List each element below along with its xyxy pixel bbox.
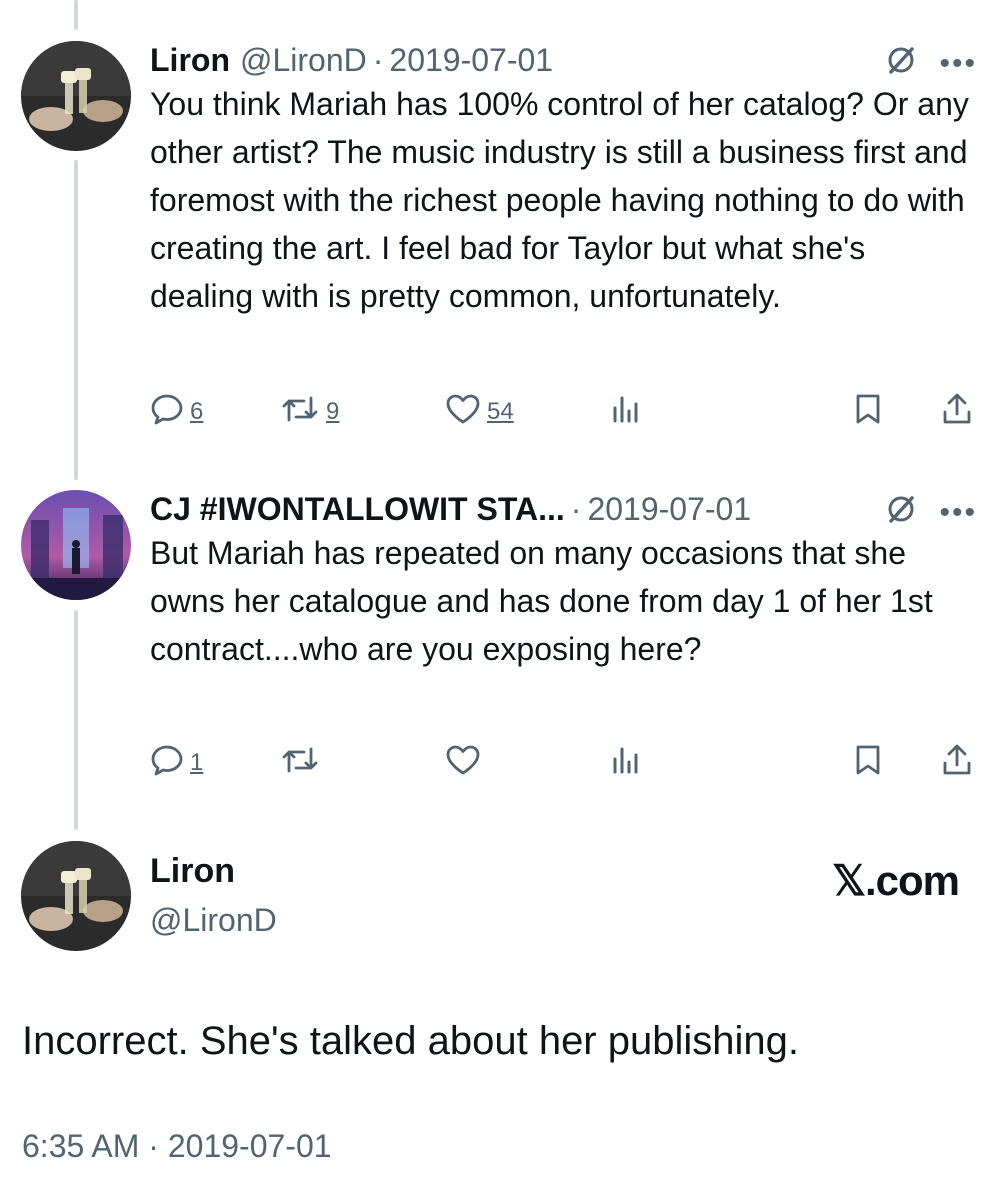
more-icon[interactable]: ••• [939, 49, 977, 79]
reply-count: 6 [190, 398, 204, 425]
like-icon [445, 744, 481, 783]
retweet-icon [280, 745, 320, 782]
bookmark-icon [853, 744, 883, 783]
reply-count: 1 [190, 749, 204, 776]
tweet-date[interactable]: 2019-07-01 [587, 491, 751, 528]
bookmark-button[interactable] [853, 744, 893, 783]
tweet-actions: 1 [150, 743, 973, 783]
author-name[interactable]: Liron [150, 852, 235, 891]
author-handle[interactable]: @LironD [150, 902, 277, 939]
views-button[interactable] [610, 394, 790, 431]
grok-icon[interactable] [885, 44, 917, 84]
tweet-date[interactable]: 2019-07-01 [389, 42, 553, 79]
grok-icon[interactable] [885, 493, 917, 533]
separator-dot: · [570, 490, 582, 527]
reply-icon [150, 744, 184, 783]
bookmark-button[interactable] [853, 393, 893, 432]
tweet-1[interactable]: Liron @LironD · 2019-07-01 ••• You think… [150, 38, 977, 320]
x-logo: 𝕏.com [832, 857, 960, 904]
reply-button[interactable]: 1 [150, 744, 280, 783]
avatar[interactable] [21, 490, 131, 600]
retweet-count: 9 [326, 398, 340, 425]
thread-line-top [74, 0, 78, 30]
author-handle[interactable]: @LironD [240, 42, 367, 79]
views-button[interactable] [610, 745, 790, 782]
share-icon [941, 392, 973, 433]
views-icon [610, 394, 642, 431]
thread-line-1 [74, 160, 78, 480]
share-button[interactable] [941, 743, 973, 784]
bookmark-icon [853, 393, 883, 432]
author-name[interactable]: Liron [150, 42, 230, 79]
like-button[interactable] [445, 744, 610, 783]
tweet-text: Incorrect. She's talked about her publis… [22, 1019, 799, 1063]
reply-button[interactable]: 6 [150, 393, 280, 432]
tweet-timestamp[interactable]: 6:35 AM · 2019-07-01 [22, 1128, 332, 1165]
tweet-2[interactable]: CJ #IWONTALLOWIT STA... · 2019-07-01 •••… [150, 487, 977, 673]
tweet-text: But Mariah has repeated on many occasion… [150, 535, 933, 667]
tweet-header: Liron @LironD · 2019-07-01 ••• [150, 38, 977, 82]
author-name[interactable]: CJ #IWONTALLOWIT STA... [150, 491, 565, 528]
thread-line-2 [74, 610, 78, 830]
reply-icon [150, 393, 184, 432]
share-icon [941, 743, 973, 784]
tweet-actions: 6 9 54 [150, 392, 973, 432]
like-button[interactable]: 54 [445, 393, 610, 432]
tweet-header: CJ #IWONTALLOWIT STA... · 2019-07-01 ••• [150, 487, 977, 531]
separator-dot: · [372, 41, 384, 78]
retweet-button[interactable]: 9 [280, 394, 445, 431]
avatar[interactable] [21, 41, 131, 151]
like-icon [445, 393, 481, 432]
retweet-button[interactable] [280, 745, 445, 782]
more-icon[interactable]: ••• [939, 498, 977, 528]
tweet-text: You think Mariah has 100% control of her… [150, 86, 969, 314]
views-icon [610, 745, 642, 782]
avatar[interactable] [21, 841, 131, 951]
share-button[interactable] [941, 392, 973, 433]
retweet-icon [280, 394, 320, 431]
like-count: 54 [487, 398, 514, 425]
